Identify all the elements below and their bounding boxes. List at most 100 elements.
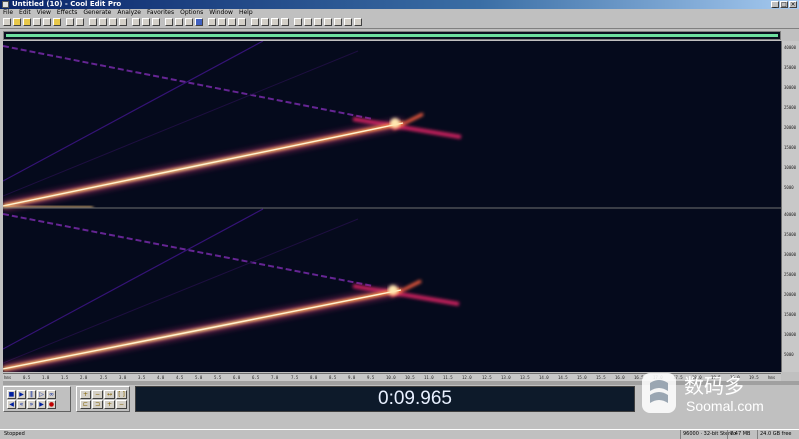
menu-generate[interactable]: Generate [83, 9, 111, 16]
scripts-button[interactable] [228, 18, 236, 26]
time-tick: 1.0 [42, 375, 50, 380]
minimize-button[interactable]: _ [771, 1, 779, 8]
zoom-in-horizontal-button[interactable]: + [80, 390, 91, 399]
title-bar: Untitled (10) - Cool Edit Pro _ □ × [0, 0, 799, 9]
ruler-tick: 15000 [784, 312, 797, 317]
menu-options[interactable]: Options [180, 9, 203, 16]
cue-list-button[interactable] [238, 18, 246, 26]
frequency-ruler: 40000 35000 30000 25000 20000 15000 1000… [781, 41, 799, 372]
ruler-tick: 25000 [784, 105, 797, 110]
undo-button[interactable] [66, 18, 74, 26]
time-tick: 8.0 [310, 375, 318, 380]
settings-button[interactable] [294, 18, 302, 26]
noise-reduction-button[interactable] [251, 18, 259, 26]
save-file-button[interactable] [33, 18, 41, 26]
new-file-button[interactable] [13, 18, 21, 26]
multitrack-toggle-button[interactable] [3, 18, 11, 26]
go-to-start-button[interactable]: ◀ [7, 400, 16, 409]
waveform-view-button[interactable] [208, 18, 216, 26]
silence-button[interactable] [152, 18, 160, 26]
time-tick: 10.5 [405, 375, 415, 380]
status-size: 7.47 MB [727, 430, 750, 439]
ruler-tick: 5000 [784, 185, 794, 190]
paste-button[interactable] [109, 18, 117, 26]
loop-play-button[interactable]: ∞ [47, 390, 56, 399]
time-tick: 4.0 [157, 375, 165, 380]
amplify-button[interactable] [165, 18, 173, 26]
trim-button[interactable] [132, 18, 140, 26]
zoom-out-horizontal-button[interactable]: − [92, 390, 103, 399]
menu-edit[interactable]: Edit [19, 9, 31, 16]
spectral-display[interactable] [2, 40, 781, 373]
spectral-view-button[interactable] [195, 18, 203, 26]
menu-analyze[interactable]: Analyze [117, 9, 141, 16]
loop-button[interactable] [334, 18, 342, 26]
app-icon[interactable] [2, 1, 9, 8]
record-button[interactable]: ● [47, 400, 56, 409]
overview-bar[interactable] [3, 31, 781, 40]
eq-button[interactable] [271, 18, 279, 26]
zoom-selection-button[interactable]: [ ] [116, 390, 127, 399]
close-file-button[interactable] [53, 18, 61, 26]
time-tick: 14.5 [558, 375, 568, 380]
watermark-cn-text: 数码多 [684, 374, 744, 398]
zoom-left-button[interactable]: ⊏ [80, 400, 91, 409]
normalize-button[interactable] [175, 18, 183, 26]
mixer-button[interactable] [354, 18, 362, 26]
mix-paste-button[interactable] [119, 18, 127, 26]
overview-selection[interactable] [6, 34, 778, 37]
rewind-button[interactable]: « [17, 400, 26, 409]
zoom-full-button[interactable]: ↔ [104, 390, 115, 399]
menu-help[interactable]: Help [239, 9, 253, 16]
time-tick: 2.0 [80, 375, 88, 380]
save-as-button[interactable] [43, 18, 51, 26]
time-tick: 8.5 [329, 375, 337, 380]
play-button[interactable]: ▶ [17, 390, 26, 399]
time-tick: 3.5 [138, 375, 146, 380]
time-tick: 12.5 [482, 375, 492, 380]
fade-button[interactable] [185, 18, 193, 26]
snap-button[interactable] [324, 18, 332, 26]
menu-window[interactable]: Window [209, 9, 233, 16]
frequency-analysis-button[interactable] [218, 18, 226, 26]
window-controls: _ □ × [771, 1, 797, 8]
close-button[interactable]: × [789, 1, 797, 8]
fast-forward-button[interactable]: » [27, 400, 36, 409]
markers-button[interactable] [314, 18, 322, 26]
time-tick: 1.5 [61, 375, 69, 380]
cut-button[interactable] [89, 18, 97, 26]
time-tick: 5.0 [195, 375, 203, 380]
properties-button[interactable] [344, 18, 352, 26]
zoom-in-vertical-button[interactable]: + [104, 400, 115, 409]
menu-favorites[interactable]: Favorites [147, 9, 174, 16]
ruler-tick: 15000 [784, 145, 797, 150]
spectrogram [2, 40, 781, 373]
time-tick: 6.0 [233, 375, 241, 380]
redo-button[interactable] [76, 18, 84, 26]
ruler-tick: 40000 [784, 212, 797, 217]
go-to-end-button[interactable]: ▶ [37, 400, 46, 409]
transport-controls: ■ ▶ ‖ ▷ ∞ ◀ « » ▶ ● [3, 386, 71, 412]
zoom-right-button[interactable]: ⊐ [92, 400, 103, 409]
time-tick: 11.0 [424, 375, 434, 380]
open-file-button[interactable] [23, 18, 31, 26]
copy-button[interactable] [99, 18, 107, 26]
play-to-end-button[interactable]: ▷ [37, 390, 46, 399]
time-tick: 9.5 [367, 375, 375, 380]
pause-button[interactable]: ‖ [27, 390, 36, 399]
help-button[interactable] [304, 18, 312, 26]
menu-view[interactable]: View [37, 9, 51, 16]
stop-button[interactable]: ■ [7, 390, 16, 399]
menu-file[interactable]: File [3, 9, 13, 16]
reverb-button[interactable] [261, 18, 269, 26]
toolbar [0, 16, 799, 29]
ruler-tick: 30000 [784, 85, 797, 90]
time-tick: hms [4, 375, 12, 380]
ruler-tick: 20000 [784, 292, 797, 297]
delete-button[interactable] [142, 18, 150, 26]
menu-effects[interactable]: Effects [57, 9, 77, 16]
maximize-button[interactable]: □ [780, 1, 788, 8]
spectrogram-background [3, 41, 781, 372]
zoom-out-vertical-button[interactable]: − [116, 400, 127, 409]
delay-button[interactable] [281, 18, 289, 26]
